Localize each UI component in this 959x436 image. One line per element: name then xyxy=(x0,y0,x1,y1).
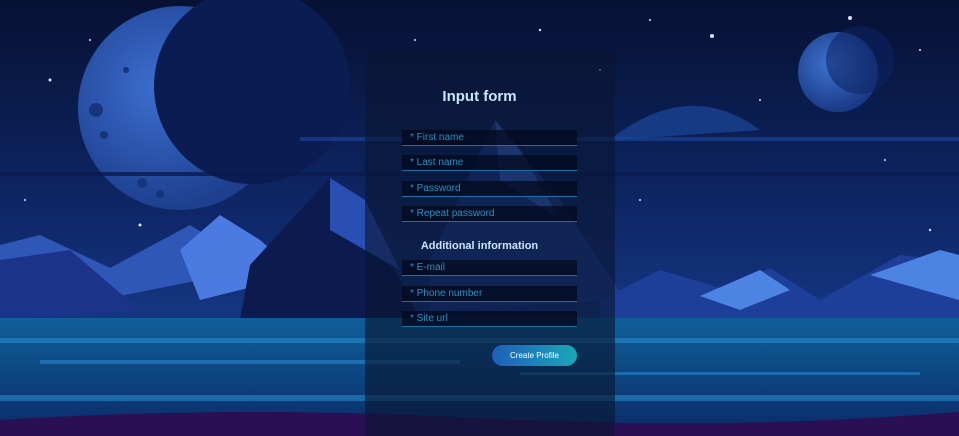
form-title: Input form xyxy=(442,88,517,105)
site-url-input[interactable] xyxy=(402,311,577,327)
phone-number-input[interactable] xyxy=(402,286,577,302)
email-input[interactable] xyxy=(402,260,577,276)
last-name-input[interactable] xyxy=(402,155,577,171)
repeat-password-input[interactable] xyxy=(402,206,577,222)
create-profile-button[interactable]: Create Profile xyxy=(492,345,577,366)
additional-info-heading: Additional information xyxy=(420,240,539,252)
first-name-input[interactable] xyxy=(402,130,577,146)
password-input[interactable] xyxy=(402,181,577,197)
